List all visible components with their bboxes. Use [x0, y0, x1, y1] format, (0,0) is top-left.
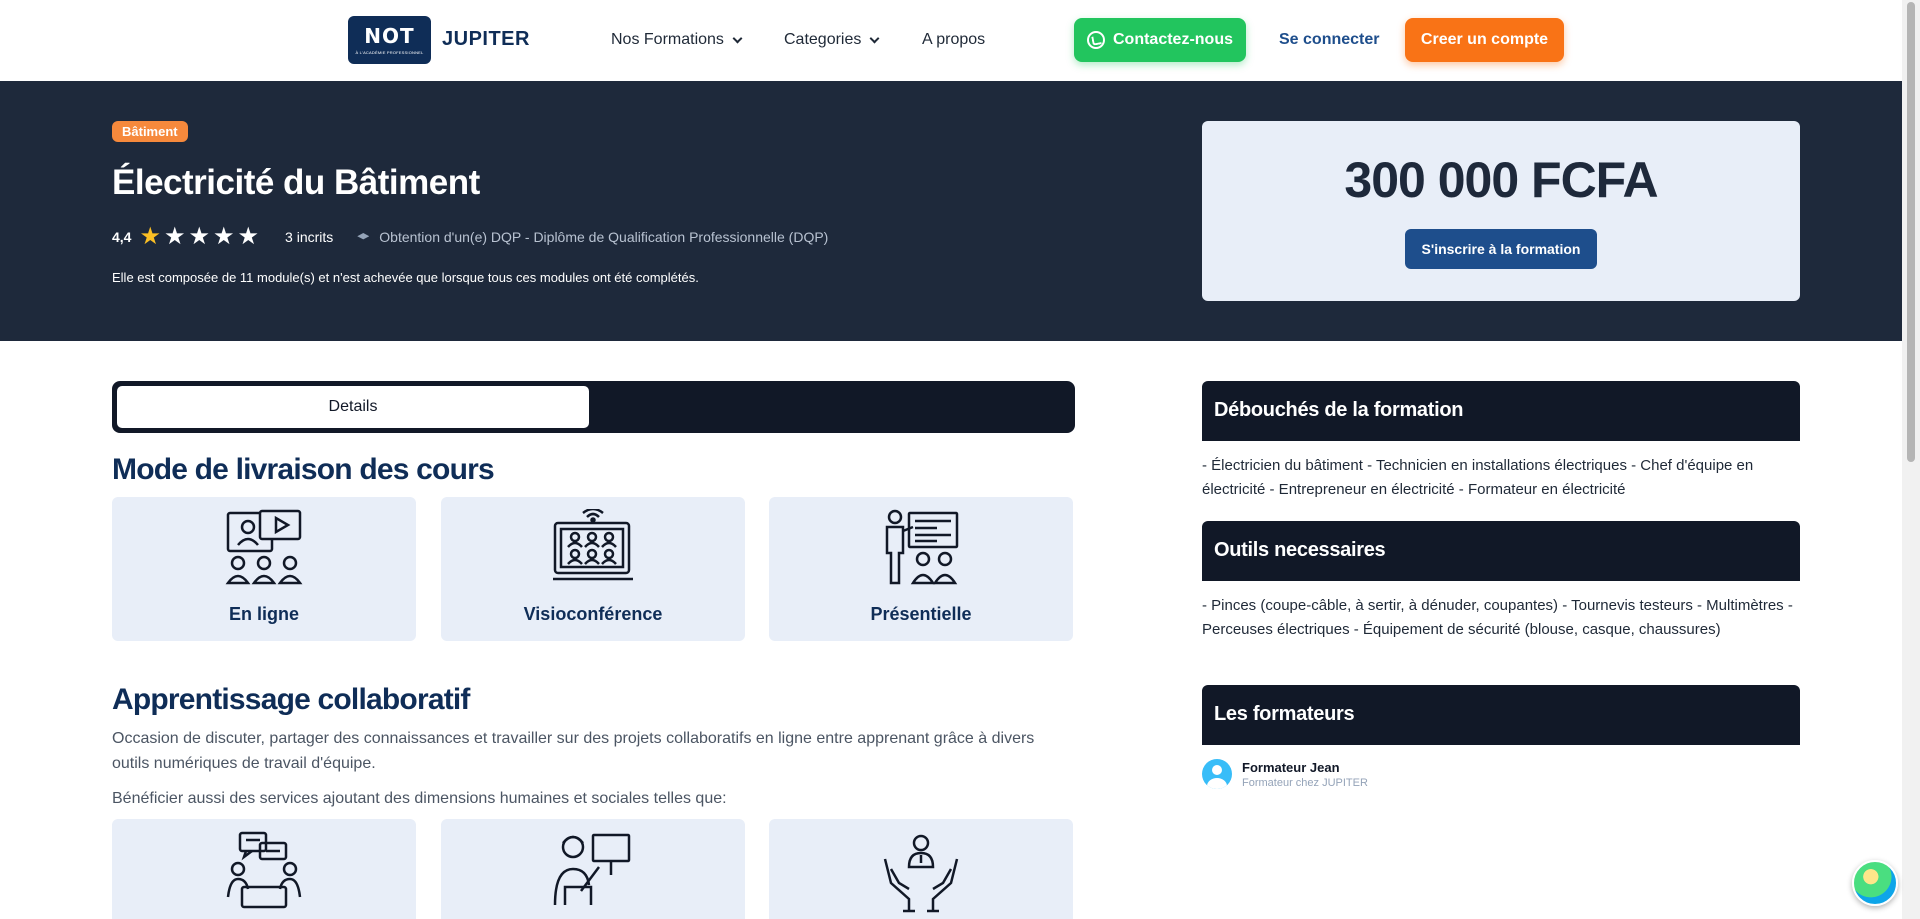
whatsapp-icon: [1087, 31, 1105, 49]
logo[interactable]: NOT À L'ACADÉMIE PROFESSIONNEL: [348, 16, 431, 64]
logo-subtext: À L'ACADÉMIE PROFESSIONNEL: [355, 49, 424, 55]
brand-name[interactable]: JUPITER: [442, 28, 530, 51]
logo-text: NOT: [364, 23, 415, 48]
certification-text: Obtention d'un(e) DQP - Diplôme de Quali…: [379, 229, 829, 245]
service-card-mentor: [441, 819, 745, 919]
mode-label-presentiel: Présentielle: [870, 604, 972, 624]
star-icon: ★: [188, 223, 211, 250]
nav-formations[interactable]: Nos Formations: [611, 31, 743, 49]
delivery-title: Mode de livraison des cours: [112, 453, 495, 486]
avatar: [1202, 759, 1232, 789]
course-description: Elle est composée de 11 module(s) et n'e…: [112, 270, 699, 285]
nav-apropos[interactable]: A propos: [922, 31, 985, 49]
nav-categories[interactable]: Categories: [784, 31, 880, 49]
login-link[interactable]: Se connecter: [1279, 31, 1379, 49]
signup-button[interactable]: Creer un compte: [1405, 18, 1564, 62]
star-icon: ★: [139, 223, 161, 250]
trainers-heading: Les formateurs: [1202, 685, 1800, 745]
chevron-down-icon: [732, 33, 743, 43]
chevron-down-icon: [869, 33, 880, 43]
nav-categories-label: Categories: [784, 31, 862, 48]
collab-title: Apprentissage collaboratif: [112, 683, 470, 716]
chat-widget-icon[interactable]: [1852, 860, 1898, 906]
nav-apropos-label: A propos: [922, 31, 986, 48]
price-card: 300 000 FCFA S'inscrire à la formation: [1202, 121, 1800, 301]
service-card-support: [769, 819, 1073, 919]
page-scrollbar[interactable]: [1902, 0, 1920, 919]
outcomes-text: - Électricien du bâtiment - Technicien e…: [1202, 457, 1754, 498]
trainer-card[interactable]: Formateur Jean Formateur chez JUPITER: [1202, 759, 1368, 789]
course-tabs: Details: [112, 381, 1075, 433]
enrolled-count: 3 incrits: [285, 229, 334, 245]
category-badge: Bâtiment: [112, 121, 188, 142]
outcomes-heading: Débouchés de la formation: [1202, 381, 1800, 441]
tools-text: - Pinces (coupe-câble, à sertir, à dénud…: [1202, 597, 1793, 638]
classroom-icon: [885, 509, 959, 585]
video-conference-icon: [553, 509, 633, 581]
mode-card-visio: Visioconférence: [441, 497, 745, 641]
nav-formations-label: Nos Formations: [611, 31, 724, 48]
enroll-button[interactable]: S'inscrire à la formation: [1405, 229, 1597, 269]
service-card-discussion: [112, 819, 416, 919]
course-hero: Bâtiment Électricité du Bâtiment 4,4 ★ ★…: [0, 81, 1902, 341]
scrollbar-thumb[interactable]: [1907, 2, 1915, 462]
course-meta: 4,4 ★ ★ ★ ★ ★ 3 incrits Obtention d'un(e…: [112, 223, 829, 250]
tools-heading: Outils necessaires: [1202, 521, 1800, 581]
navbar: NOT À L'ACADÉMIE PROFESSIONNEL JUPITER N…: [0, 0, 1902, 80]
online-class-icon: [225, 509, 303, 585]
support-hands-icon: [883, 834, 959, 913]
trainer-role: Formateur chez JUPITER: [1242, 776, 1368, 789]
course-price: 300 000 FCFA: [1344, 152, 1658, 208]
mode-label-online: En ligne: [228, 604, 299, 624]
collab-paragraph: Occasion de discuter, partager des conna…: [112, 730, 1035, 772]
contact-button[interactable]: Contactez-nous: [1074, 18, 1246, 62]
star-icon: ★: [237, 223, 260, 250]
mentor-presentation-icon: [553, 833, 631, 906]
mode-card-online: En ligne: [112, 497, 416, 641]
mode-card-presentiel: Présentielle: [769, 497, 1073, 641]
course-title: Électricité du Bâtiment: [112, 163, 480, 202]
trainer-info: Formateur Jean Formateur chez JUPITER: [1242, 760, 1368, 789]
graduation-cap-icon: [357, 233, 370, 240]
discussion-icon: [226, 831, 302, 909]
star-icon: ★: [213, 223, 235, 250]
tab-details[interactable]: Details: [117, 386, 589, 428]
star-icon: ★: [163, 223, 186, 250]
trainer-name: Formateur Jean: [1242, 759, 1340, 775]
mode-label-visio: Visioconférence: [523, 604, 663, 624]
rating-value: 4,4: [112, 229, 132, 245]
rating-stars: ★ ★ ★ ★ ★: [139, 223, 260, 250]
services-intro: Bénéficier aussi des services ajoutant d…: [112, 790, 727, 807]
contact-button-label: Contactez-nous: [1113, 31, 1233, 48]
